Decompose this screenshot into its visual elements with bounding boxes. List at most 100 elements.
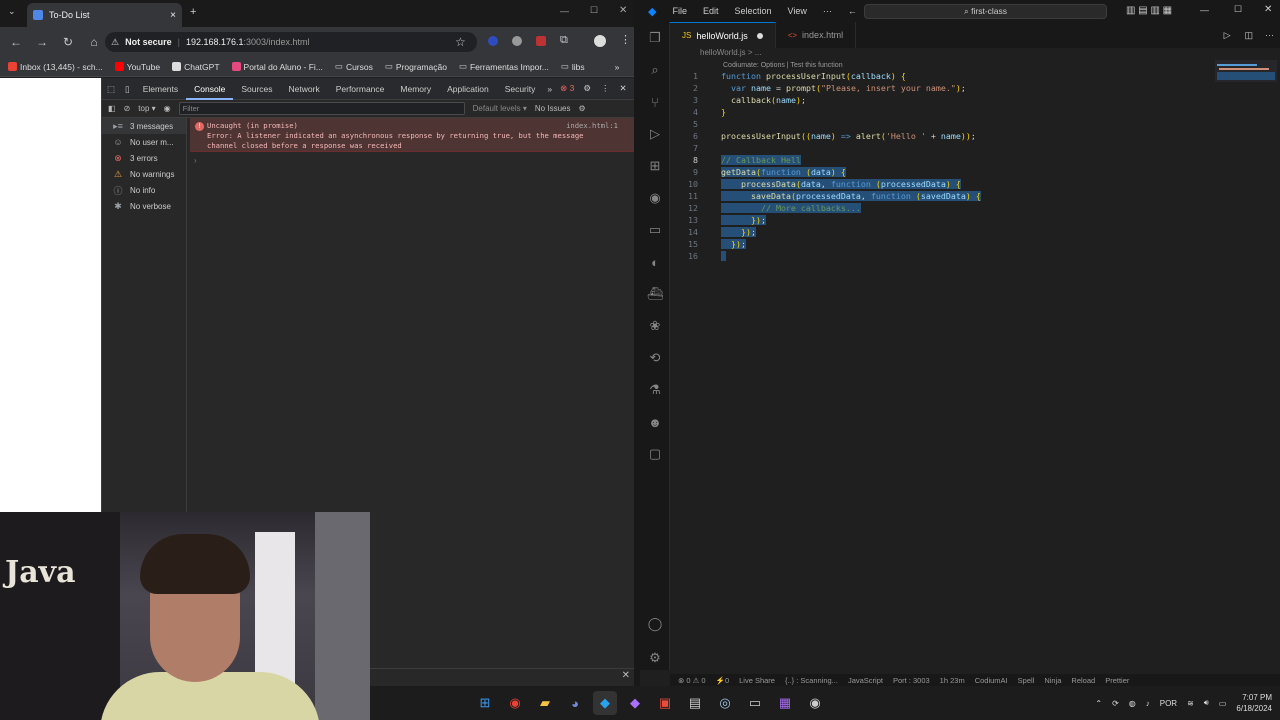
- tab-helloworld-js[interactable]: JS helloWorld.js: [670, 22, 776, 48]
- status-item[interactable]: ⚡0: [716, 676, 730, 685]
- error-count-badge[interactable]: ⊗ 3: [556, 83, 578, 94]
- more-bookmarks-icon[interactable]: »: [615, 62, 620, 72]
- account-icon[interactable]: ◯: [640, 608, 670, 640]
- search-icon[interactable]: ⌕: [640, 54, 670, 86]
- volume-icon[interactable]: 🔊︎: [1204, 698, 1209, 708]
- status-item[interactable]: CodiumAI: [975, 676, 1008, 685]
- menu-edit[interactable]: Edit: [695, 6, 727, 16]
- sync-icon[interactable]: ⟳: [1112, 699, 1119, 708]
- language-indicator[interactable]: POR: [1160, 699, 1177, 708]
- sidebar-item-info[interactable]: ⓘ No info: [102, 182, 186, 198]
- bookmark-item[interactable]: ChatGPT: [172, 62, 220, 72]
- tab-memory[interactable]: Memory: [392, 78, 439, 100]
- extension-icon[interactable]: [512, 36, 522, 46]
- bookmark-item[interactable]: ▭ libs: [561, 61, 585, 72]
- run-file-icon[interactable]: ▷: [1216, 30, 1239, 41]
- page-viewport[interactable]: [0, 78, 101, 512]
- kebab-icon[interactable]: ⋮: [596, 83, 615, 94]
- tab-network[interactable]: Network: [281, 78, 328, 100]
- more-tabs-icon[interactable]: »: [543, 84, 556, 94]
- bookmark-item[interactable]: YouTube: [114, 62, 160, 72]
- bookmark-item[interactable]: ▭ Programação: [385, 61, 447, 72]
- tab-performance[interactable]: Performance: [328, 78, 393, 100]
- code-line[interactable]: 6 processUserInput((name) => alert('Hello…: [670, 130, 1280, 142]
- docker-icon[interactable]: ⛴: [640, 278, 670, 310]
- inspect-icon[interactable]: ⬚: [102, 78, 120, 100]
- code-line[interactable]: 15 });: [670, 238, 1280, 250]
- close-devtools-icon[interactable]: ✕: [614, 83, 631, 94]
- status-item[interactable]: Prettier: [1105, 676, 1129, 685]
- device-icon[interactable]: ▯: [120, 78, 135, 100]
- status-item[interactable]: Reload: [1071, 676, 1095, 685]
- vscode-taskbar-icon[interactable]: ◆: [593, 691, 617, 715]
- chat-icon[interactable]: ▢: [640, 438, 670, 470]
- bookmark-item[interactable]: ▭ Ferramentas Impor...: [459, 61, 549, 72]
- clock[interactable]: 7:07 PM 6/18/2024: [1236, 692, 1272, 714]
- codium-icon[interactable]: ◐: [640, 246, 670, 278]
- close-icon[interactable]: ×: [170, 10, 176, 21]
- sidebar-item-messages[interactable]: ▸≡ 3 messages: [102, 118, 186, 134]
- paw-icon[interactable]: ❀: [640, 310, 670, 342]
- window-close-icon[interactable]: ✕: [1264, 4, 1272, 15]
- status-item[interactable]: {..} : Scanning...: [785, 676, 838, 685]
- filter-input[interactable]: Filter: [178, 102, 465, 115]
- status-item[interactable]: ⊗ 0 ⚠ 0: [678, 676, 706, 685]
- tab-security[interactable]: Security: [497, 78, 544, 100]
- browser-tab[interactable]: To-Do List ×: [27, 3, 182, 27]
- explorer-icon[interactable]: ❐: [640, 22, 670, 54]
- tab-application[interactable]: Application: [439, 78, 497, 100]
- status-item[interactable]: Port : 3003: [893, 676, 930, 685]
- ide-icon[interactable]: ▤: [683, 691, 707, 715]
- code-editor[interactable]: 1 function processUserInput(callback) {2 …: [670, 70, 1280, 262]
- menu-file[interactable]: File: [664, 6, 695, 16]
- error-source-link[interactable]: index.html:1: [566, 121, 618, 131]
- console-prompt-icon[interactable]: ›: [194, 156, 197, 165]
- tab-index-html[interactable]: <> index.html: [776, 22, 857, 48]
- video-editor-icon[interactable]: ▦: [773, 691, 797, 715]
- more-actions-icon[interactable]: ···: [1259, 30, 1280, 40]
- more-menu-icon[interactable]: ···: [815, 6, 840, 16]
- network-icon[interactable]: ◍: [1129, 699, 1136, 708]
- minimap[interactable]: [1215, 60, 1277, 82]
- minimize-icon[interactable]: —: [1200, 5, 1209, 15]
- console-error-message[interactable]: ! index.html:1 Uncaught (in promise) Err…: [190, 118, 634, 152]
- profile-avatar[interactable]: [594, 35, 606, 47]
- status-item[interactable]: Spell: [1018, 676, 1035, 685]
- manage-gear-icon[interactable]: ⚙: [640, 642, 670, 674]
- sidebar-item-verbose[interactable]: ✱ No verbose: [102, 198, 186, 214]
- remote-icon[interactable]: ▭: [640, 214, 670, 246]
- discord-icon[interactable]: ◕: [563, 691, 587, 715]
- forward-icon[interactable]: →: [34, 35, 50, 49]
- visual-studio-icon[interactable]: ◆: [623, 691, 647, 715]
- home-icon[interactable]: ⌂: [86, 35, 102, 49]
- menu-icon[interactable]: ⋮: [620, 33, 631, 46]
- reload-icon[interactable]: ↻: [60, 35, 76, 49]
- clear-console-icon[interactable]: ⊘: [124, 104, 131, 113]
- maximize-icon[interactable]: ☐: [1234, 4, 1242, 15]
- back-icon[interactable]: ←: [8, 35, 24, 49]
- code-line[interactable]: 4}: [670, 106, 1280, 118]
- code-line[interactable]: 11 saveData(processedData, function (sav…: [670, 190, 1280, 202]
- breadcrumb[interactable]: helloWorld.js > ...: [700, 48, 761, 57]
- status-item[interactable]: 1h 23m: [940, 676, 965, 685]
- extensions-icon[interactable]: ⊞: [640, 150, 670, 182]
- context-select[interactable]: top ▾: [138, 104, 155, 113]
- new-tab-icon[interactable]: +: [190, 6, 196, 18]
- extension-icon[interactable]: [536, 36, 546, 46]
- extension-icon[interactable]: [488, 36, 498, 46]
- code-line[interactable]: 3 callback(name);: [670, 94, 1280, 106]
- sidebar-item-errors[interactable]: ⊗ 3 errors: [102, 150, 186, 166]
- codelens[interactable]: Codiumate: Options | Test this function: [723, 62, 843, 69]
- tray-chevron-icon[interactable]: ⌃: [1095, 699, 1102, 708]
- mic-icon[interactable]: ♪: [1146, 699, 1150, 708]
- issues-button[interactable]: No Issues: [535, 104, 571, 113]
- minimize-icon[interactable]: —: [560, 6, 569, 16]
- terminal-icon[interactable]: ▭: [743, 691, 767, 715]
- tab-console[interactable]: Console: [186, 78, 234, 100]
- nav-back-icon[interactable]: ←: [840, 6, 865, 16]
- status-item[interactable]: Ninja: [1044, 676, 1061, 685]
- status-item[interactable]: JavaScript: [848, 676, 883, 685]
- code-line[interactable]: 9 getData(function (data) {: [670, 166, 1280, 178]
- bookmark-star-icon[interactable]: ☆: [455, 35, 466, 49]
- battery-icon[interactable]: ▭: [1219, 699, 1227, 708]
